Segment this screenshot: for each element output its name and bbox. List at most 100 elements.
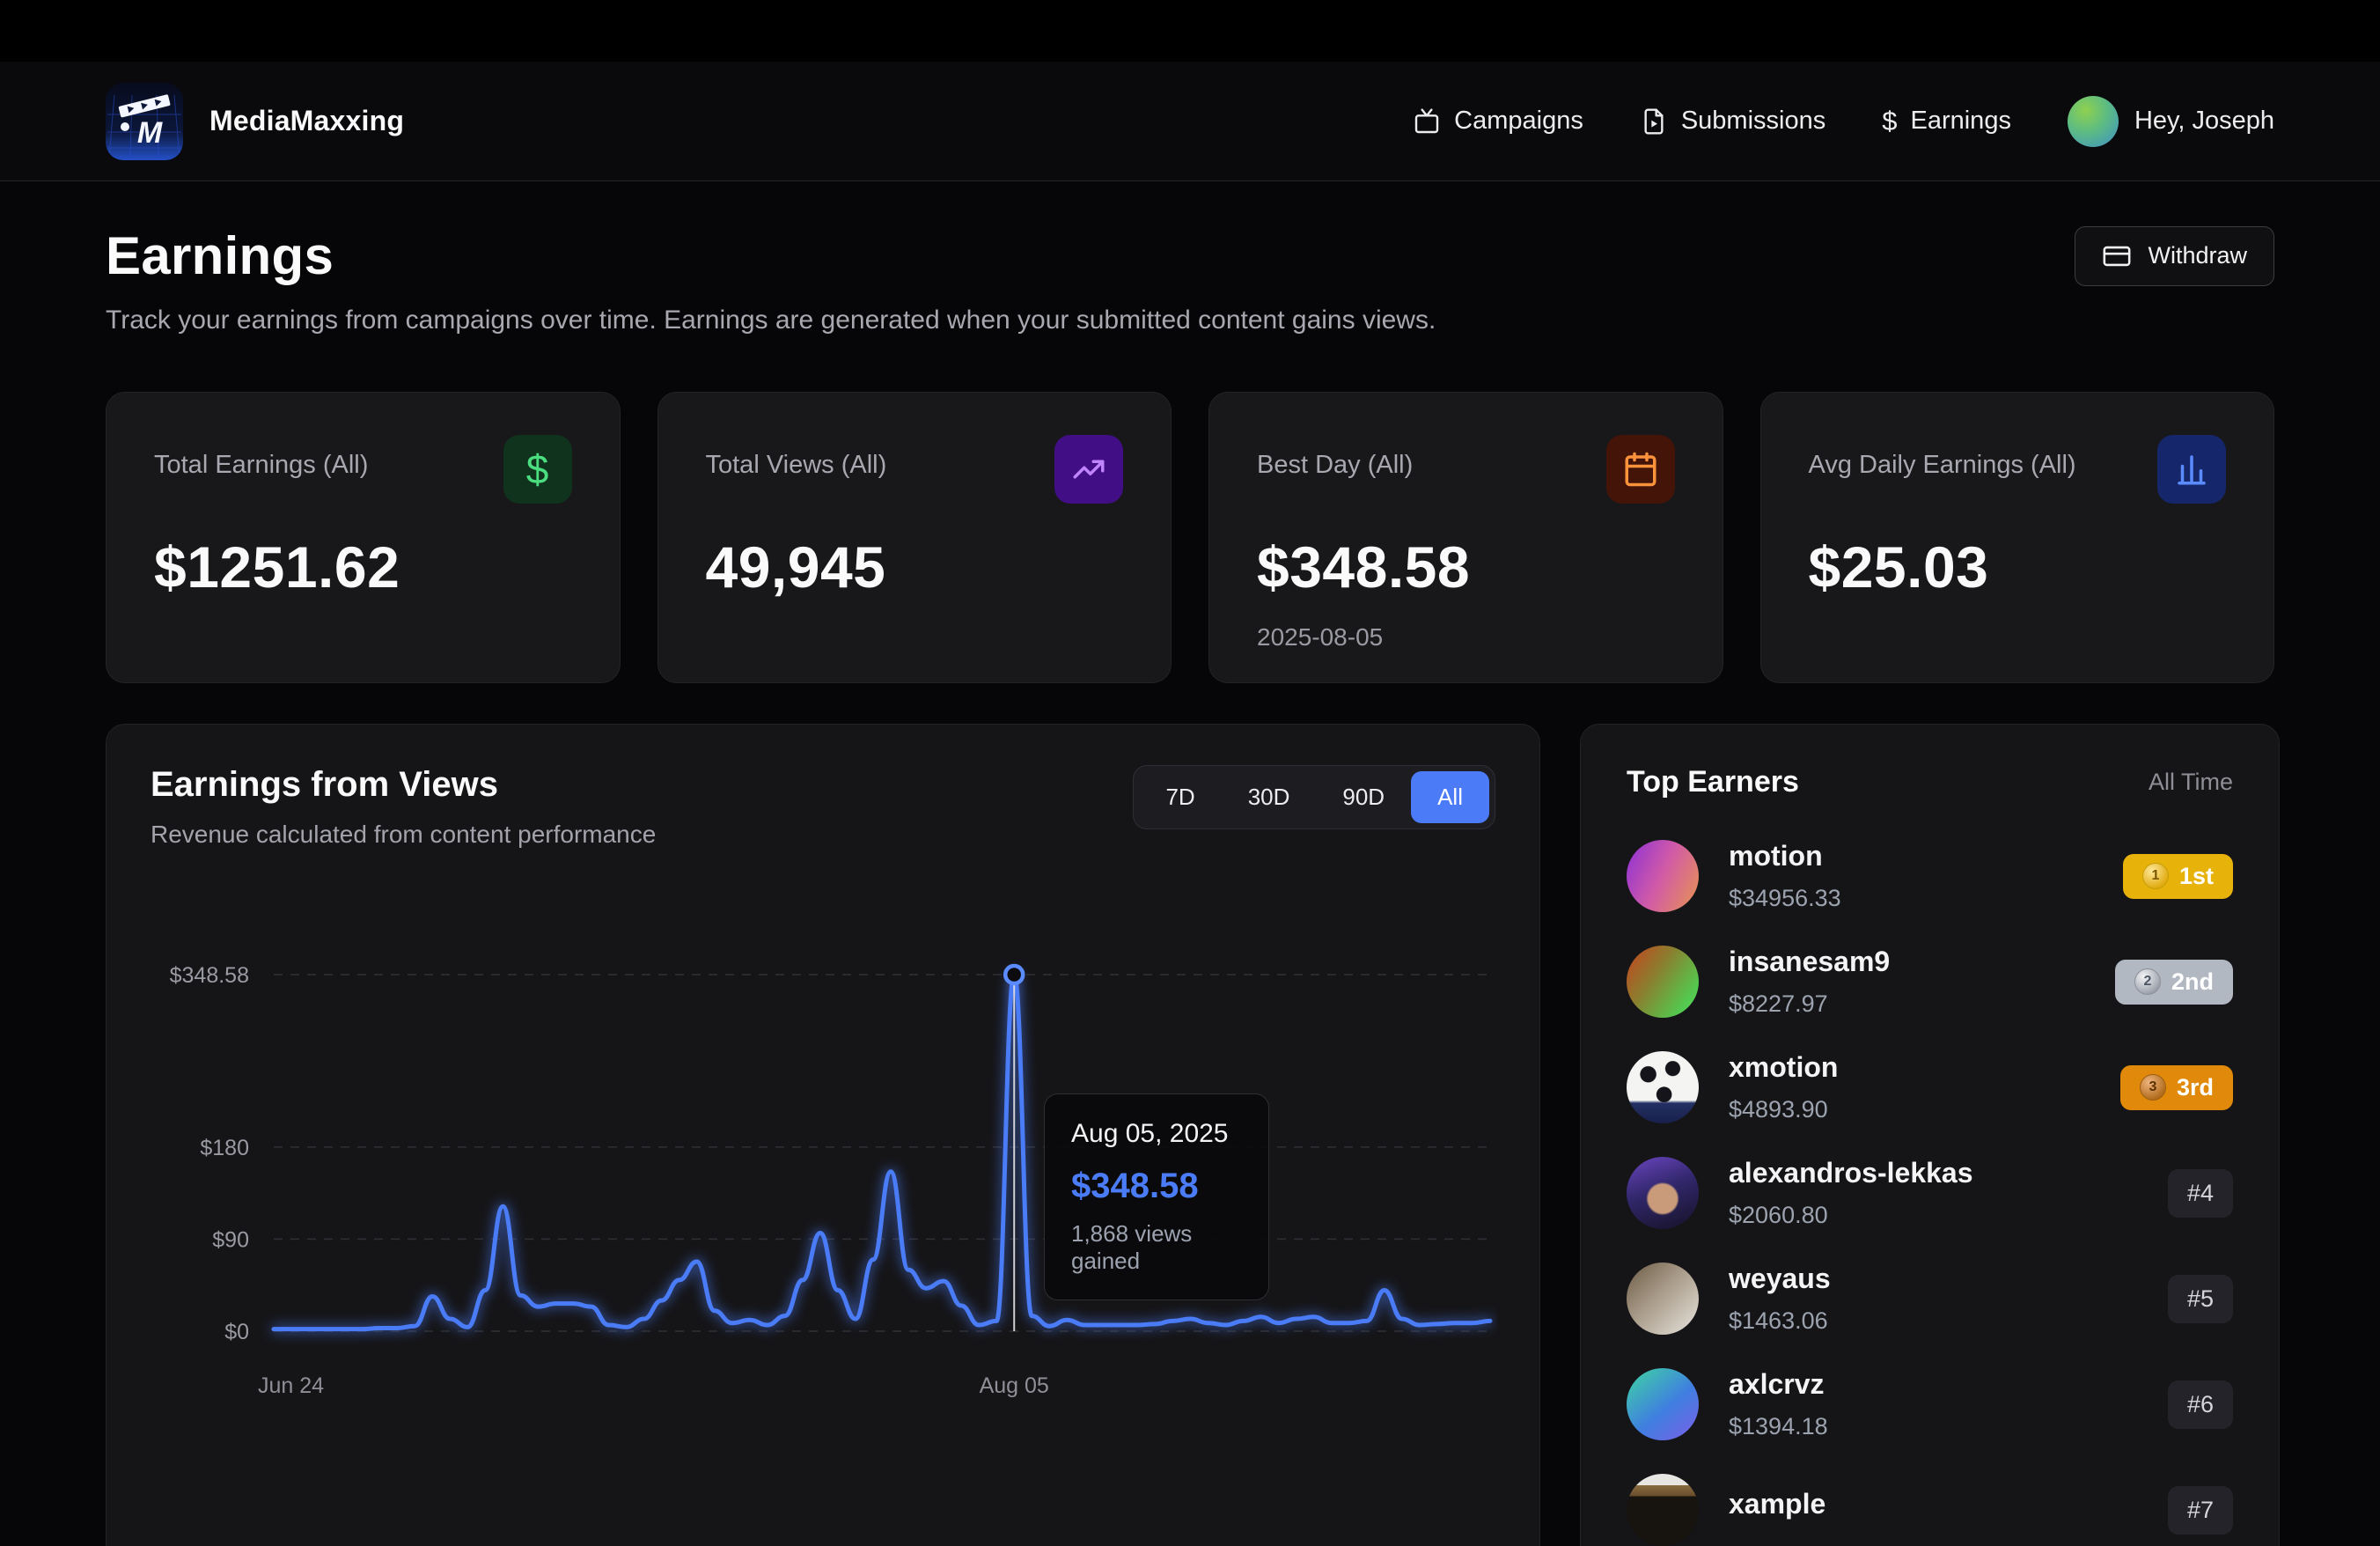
top-earners-list: motion $34956.33 1 1st insanesam9 $8227.… — [1627, 840, 2233, 1546]
silver-medal-icon: 2 — [2134, 968, 2161, 995]
nav-label-earnings: Earnings — [1910, 107, 2010, 136]
rank-label: #4 — [2187, 1180, 2214, 1207]
stat-value: $1251.62 — [154, 534, 572, 600]
stat-label: Avg Daily Earnings (All) — [1809, 451, 2076, 480]
app-header: M MediaMaxxing Campaigns Submissions $ E… — [0, 62, 2380, 181]
user-greeting: Hey, Joseph — [2134, 107, 2274, 136]
earner-amount: $2060.80 — [1729, 1202, 1973, 1229]
stat-card-avg-daily: Avg Daily Earnings (All) $25.03 — [1760, 392, 2275, 683]
stats-row: Total Earnings (All) $ $1251.62 Total Vi… — [106, 392, 2274, 683]
stat-value: $348.58 — [1257, 534, 1675, 600]
earner-row: insanesam9 $8227.97 2 2nd — [1627, 946, 2233, 1018]
earner-name: alexandros-lekkas — [1729, 1157, 1973, 1189]
earner-row: axlcrvz $1394.18 #6 — [1627, 1368, 2233, 1440]
bronze-medal-icon: 3 — [2140, 1074, 2166, 1101]
withdraw-button[interactable]: Withdraw — [2075, 226, 2274, 286]
stat-value: 49,945 — [706, 534, 1124, 600]
stat-sub-date: 2025-08-05 — [1257, 623, 1675, 652]
nav-item-earnings[interactable]: $ Earnings — [1882, 106, 2011, 137]
tv-icon — [1413, 107, 1441, 136]
earnings-line-chart[interactable]: $0$90$180$348.58Jun 24Aug 05 — [151, 953, 1497, 1446]
earner-row: xmotion $4893.90 3 3rd — [1627, 1051, 2233, 1123]
earner-amount: $8227.97 — [1729, 990, 1890, 1018]
brand-name: MediaMaxxing — [209, 105, 404, 137]
stat-card-total-views: Total Views (All) 49,945 — [657, 392, 1172, 683]
brand[interactable]: M MediaMaxxing — [106, 83, 404, 160]
rank-badge-silver: 2 2nd — [2115, 960, 2233, 1005]
svg-text:Jun 24: Jun 24 — [258, 1373, 324, 1398]
dollar-icon: $ — [503, 435, 572, 504]
range-button-7d[interactable]: 7D — [1139, 771, 1221, 823]
earner-name: motion — [1729, 840, 1841, 872]
earner-name: xample — [1729, 1488, 1825, 1520]
earner-avatar — [1627, 840, 1699, 912]
svg-text:Aug 05: Aug 05 — [980, 1373, 1049, 1398]
earner-amount: $4893.90 — [1729, 1096, 1838, 1123]
user-menu[interactable]: Hey, Joseph — [2068, 96, 2274, 147]
top-earners-period: All Time — [2149, 769, 2233, 796]
earner-row: weyaus $1463.06 #5 — [1627, 1263, 2233, 1335]
stat-label: Total Views (All) — [706, 451, 887, 480]
rank-label: #7 — [2187, 1497, 2214, 1524]
stat-label: Best Day (All) — [1257, 451, 1413, 480]
chart-title: Earnings from Views — [151, 765, 656, 805]
main-nav: Campaigns Submissions $ Earnings Hey, Jo… — [1413, 96, 2274, 147]
rank-label: #6 — [2187, 1391, 2214, 1418]
rank-badge: #4 — [2168, 1169, 2233, 1218]
user-avatar — [2068, 96, 2119, 147]
svg-text:$180: $180 — [200, 1136, 249, 1160]
withdraw-label: Withdraw — [2148, 242, 2247, 269]
earner-avatar — [1627, 1157, 1699, 1229]
main-content: Earnings Withdraw Track your earnings fr… — [0, 181, 2380, 1546]
stat-label: Total Earnings (All) — [154, 451, 368, 480]
dollar-icon: $ — [1882, 106, 1897, 137]
earner-amount: $1394.18 — [1729, 1413, 1828, 1440]
rank-label: 1st — [2179, 863, 2214, 890]
nav-label-submissions: Submissions — [1681, 107, 1825, 136]
time-range-selector: 7D 30D 90D All — [1133, 765, 1495, 829]
rank-badge: #5 — [2168, 1275, 2233, 1323]
rank-label: #5 — [2187, 1285, 2214, 1313]
gold-medal-icon: 1 — [2142, 863, 2169, 889]
range-button-90d[interactable]: 90D — [1316, 771, 1411, 823]
chart-area: $0$90$180$348.58Jun 24Aug 05 Aug 05, 202… — [151, 953, 1495, 1446]
earner-avatar — [1627, 1368, 1699, 1440]
trending-up-icon — [1054, 435, 1123, 504]
page-title: Earnings — [106, 225, 334, 286]
top-black-strip — [0, 0, 2380, 62]
top-earners-card: Top Earners All Time motion $34956.33 1 … — [1580, 724, 2280, 1546]
earner-name: axlcrvz — [1729, 1368, 1828, 1401]
earner-avatar — [1627, 1051, 1699, 1123]
svg-text:$90: $90 — [212, 1227, 249, 1252]
tooltip-date: Aug 05, 2025 — [1071, 1119, 1242, 1149]
earner-amount: $1463.06 — [1729, 1307, 1831, 1335]
rank-label: 2nd — [2171, 968, 2214, 996]
range-button-30d[interactable]: 30D — [1222, 771, 1317, 823]
tooltip-amount: $348.58 — [1071, 1167, 1242, 1206]
brand-logo-icon: M — [106, 83, 183, 160]
earnings-chart-card: Earnings from Views Revenue calculated f… — [106, 724, 1540, 1546]
svg-text:M: M — [137, 116, 163, 150]
earner-name: xmotion — [1729, 1051, 1838, 1084]
chart-tooltip: Aug 05, 2025 $348.58 1,868 views gained — [1044, 1093, 1269, 1300]
rank-label: 3rd — [2177, 1074, 2214, 1101]
stat-card-best-day: Best Day (All) $348.58 2025-08-05 — [1208, 392, 1723, 683]
rank-badge: #6 — [2168, 1380, 2233, 1429]
earner-amount: $34956.33 — [1729, 885, 1841, 912]
nav-item-campaigns[interactable]: Campaigns — [1413, 107, 1583, 136]
stat-value: $25.03 — [1809, 534, 2227, 600]
bar-chart-icon — [2157, 435, 2226, 504]
rank-badge: #7 — [2168, 1486, 2233, 1535]
earner-row: motion $34956.33 1 1st — [1627, 840, 2233, 912]
chart-subtitle: Revenue calculated from content performa… — [151, 821, 656, 849]
page-subtitle: Track your earnings from campaigns over … — [106, 306, 2274, 335]
earner-row: alexandros-lekkas $2060.80 #4 — [1627, 1157, 2233, 1229]
nav-item-submissions[interactable]: Submissions — [1640, 107, 1825, 136]
rank-badge-gold: 1 1st — [2123, 854, 2233, 899]
earner-name: weyaus — [1729, 1263, 1831, 1295]
earner-row: xample #7 — [1627, 1474, 2233, 1546]
credit-card-icon — [2102, 241, 2132, 271]
top-earners-title: Top Earners — [1627, 765, 1799, 799]
range-button-all[interactable]: All — [1411, 771, 1489, 823]
svg-text:$348.58: $348.58 — [170, 963, 249, 988]
